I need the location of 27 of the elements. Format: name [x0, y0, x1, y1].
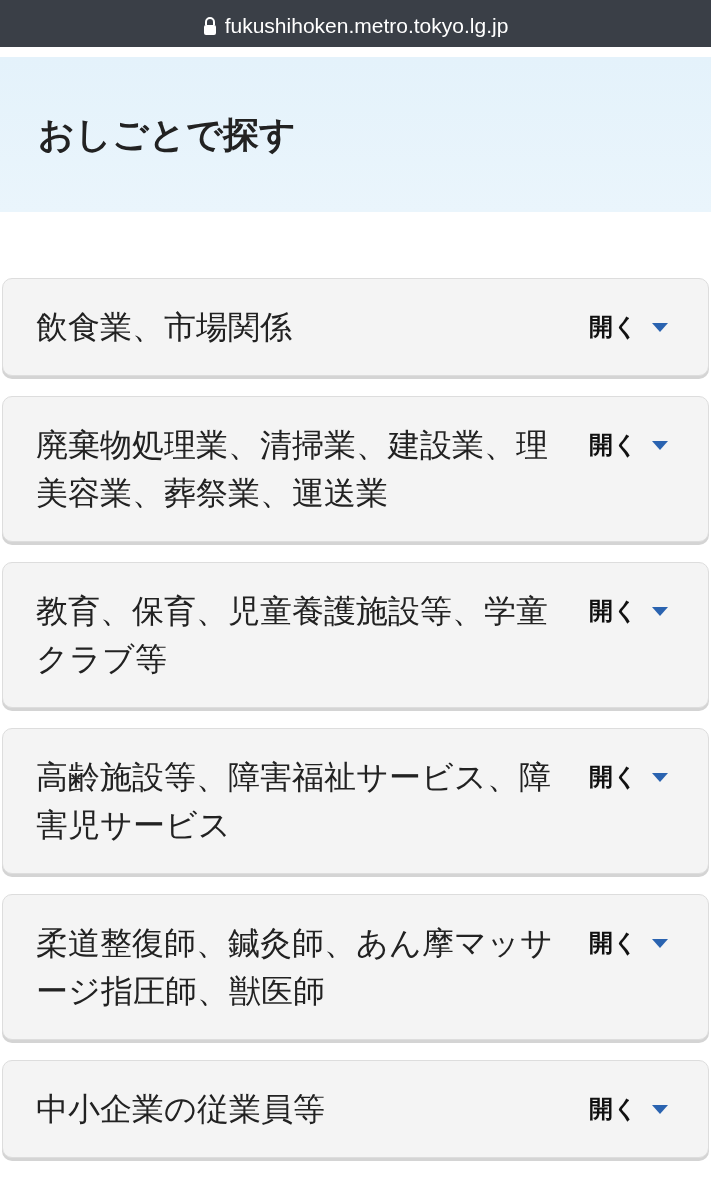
lock-icon [202, 16, 217, 35]
accordion-item[interactable]: 柔道整復師、鍼灸師、あん摩マッサージ指圧師、獣医師 開く [2, 894, 709, 1040]
accordion-item[interactable]: 教育、保育、児童養護施設等、学童クラブ等 開く [2, 562, 709, 708]
caret-down-icon [652, 772, 668, 782]
page-title: おしごとで探す [38, 112, 296, 157]
category-label: 教育、保育、児童養護施設等、学童クラブ等 [36, 591, 549, 680]
category-label: 飲食業、市場関係 [36, 307, 293, 348]
caret-down-icon [652, 606, 668, 616]
accordion-item[interactable]: 廃棄物処理業、清掃業、建設業、理美容業、葬祭業、運送業 開く [2, 396, 709, 542]
open-toggle[interactable]: 開く [589, 421, 668, 469]
caret-down-icon [652, 938, 668, 948]
category-label: 柔道整復師、鍼灸師、あん摩マッサージ指圧師、獣医師 [36, 923, 554, 1012]
open-toggle[interactable]: 開く [589, 753, 668, 801]
open-toggle[interactable]: 開く [589, 1085, 668, 1133]
open-toggle[interactable]: 開く [589, 303, 668, 351]
open-toggle[interactable]: 開く [589, 919, 668, 967]
accordion-item[interactable]: 中小企業の従業員等 開く [2, 1060, 709, 1158]
caret-down-icon [652, 322, 668, 332]
caret-down-icon [652, 1104, 668, 1114]
open-toggle[interactable]: 開く [589, 587, 668, 635]
caret-down-icon [652, 440, 668, 450]
accordion-item[interactable]: 高齢施設等、障害福祉サービス、障害児サービス 開く [2, 728, 709, 874]
category-label: 高齢施設等、障害福祉サービス、障害児サービス [36, 757, 552, 846]
url-text[interactable]: fukushihoken.metro.tokyo.lg.jp [224, 9, 509, 42]
category-label: 廃棄物処理業、清掃業、建設業、理美容業、葬祭業、運送業 [36, 425, 549, 514]
accordion-item[interactable]: 飲食業、市場関係 開く [2, 278, 709, 376]
category-label: 中小企業の従業員等 [36, 1089, 326, 1130]
